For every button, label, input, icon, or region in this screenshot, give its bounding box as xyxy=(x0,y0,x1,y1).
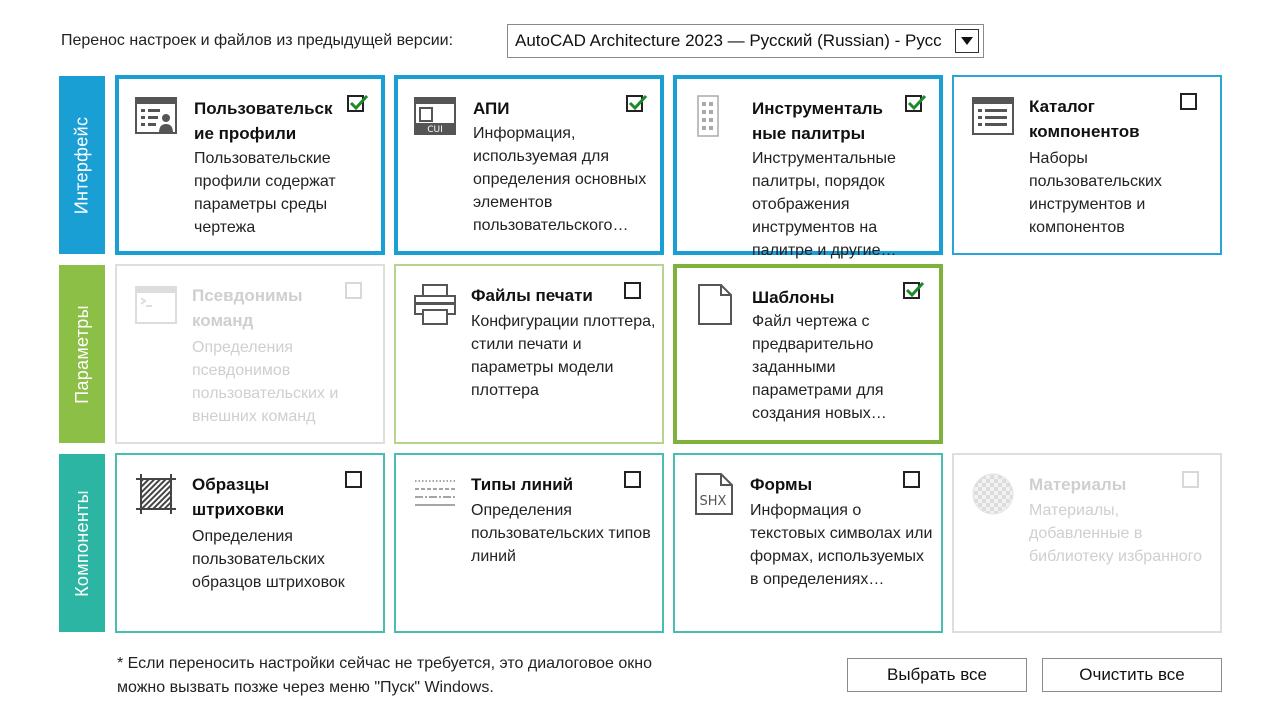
card-desc: Определения пользовательских типов линий xyxy=(471,502,651,565)
select-all-button[interactable]: Выбрать все xyxy=(847,658,1027,692)
card-linetypes[interactable]: Типы линий Определения пользовательских … xyxy=(394,453,664,633)
checkbox xyxy=(1182,471,1199,488)
printer-icon xyxy=(414,284,456,325)
checkbox[interactable] xyxy=(345,471,362,488)
card-title: Файлы печати xyxy=(471,286,593,305)
checkbox[interactable] xyxy=(1180,93,1197,110)
card-user-profiles[interactable]: Пользовательск ие профили Пользовательск… xyxy=(115,75,385,255)
card-title: Пользовательск ие профили xyxy=(194,99,333,143)
checkbox[interactable] xyxy=(624,282,641,299)
card-desc: Пользовательские профили содержат параме… xyxy=(194,150,336,236)
hatch-icon xyxy=(136,474,176,514)
card-desc: Наборы пользовательских инструментов и к… xyxy=(1029,150,1162,236)
card-title: Материалы xyxy=(1029,475,1127,494)
card-tool-palettes[interactable]: Инструменталь ные палитры Инструментальн… xyxy=(673,75,943,259)
card-desc: Информация о текстовых символах или форм… xyxy=(750,502,933,588)
checkbox xyxy=(345,282,362,299)
checkbox[interactable] xyxy=(347,94,369,112)
checkbox[interactable] xyxy=(903,471,920,488)
version-select[interactable]: AutoCAD Architecture 2023 — Русский (Rus… xyxy=(507,24,984,58)
group-label-components: Компоненты xyxy=(59,454,105,632)
shx-icon: SHX xyxy=(695,473,733,515)
command-alias-icon xyxy=(135,286,177,324)
chevron-down-icon[interactable] xyxy=(955,29,979,53)
card-title: Шаблоны xyxy=(752,288,835,307)
card-desc: Конфигурации плоттера, стили печати и па… xyxy=(471,313,656,399)
card-desc: Определения пользовательских образцов шт… xyxy=(192,528,345,591)
group-label-interface: Интерфейс xyxy=(59,76,105,254)
checkbox[interactable] xyxy=(903,281,925,299)
clear-all-button[interactable]: Очистить все xyxy=(1042,658,1222,692)
card-title: Каталог компонентов xyxy=(1029,97,1140,141)
cui-icon: CUI xyxy=(414,97,456,135)
card-title: Инструменталь ные палитры xyxy=(752,99,883,143)
card-materials: Материалы Материалы, добавленные в библи… xyxy=(952,453,1222,633)
card-title: АПИ xyxy=(473,99,510,118)
svg-text:CUI: CUI xyxy=(427,125,443,135)
materials-icon xyxy=(972,473,1014,515)
card-shapes[interactable]: SHX Формы Информация о текстовых символа… xyxy=(673,453,943,633)
card-title: Типы линий xyxy=(471,475,574,494)
card-desc: Инструментальные палитры, порядок отобра… xyxy=(752,150,897,259)
footer-note: * Если переносить настройки сейчас не тр… xyxy=(117,655,653,696)
card-command-aliases: Псевдонимы команд Определения псевдонимо… xyxy=(115,264,385,444)
tool-palette-icon xyxy=(697,95,719,137)
card-hatch-patterns[interactable]: Образцы штриховки Определения пользовате… xyxy=(115,453,385,633)
card-plot-files[interactable]: Файлы печати Конфигурации плоттера, стил… xyxy=(394,264,664,444)
card-title: Формы xyxy=(750,475,813,494)
card-desc: Файл чертежа с предварительно заданными … xyxy=(752,313,887,422)
checkbox[interactable] xyxy=(624,471,641,488)
card-desc: Материалы, добавленные в библиотеку избр… xyxy=(1029,502,1203,565)
card-desc: Информация, используемая для определения… xyxy=(473,125,647,234)
catalog-icon xyxy=(972,97,1014,135)
group-label-settings: Параметры xyxy=(59,265,105,443)
migration-header: Перенос настроек и файлов из предыдущей … xyxy=(61,24,467,58)
svg-text:SHX: SHX xyxy=(700,494,727,509)
card-title: Образцы штриховки xyxy=(192,475,285,519)
migration-label: Перенос настроек и файлов из предыдущей … xyxy=(61,32,454,49)
linetype-icon xyxy=(415,480,455,506)
checkbox[interactable] xyxy=(626,94,648,112)
card-title: Псевдонимы команд xyxy=(192,286,303,330)
card-desc: Определения псевдонимов пользовательских… xyxy=(192,339,339,425)
template-icon xyxy=(698,284,732,325)
card-content-catalog[interactable]: Каталог компонентов Наборы пользовательс… xyxy=(952,75,1222,255)
checkbox[interactable] xyxy=(905,94,927,112)
card-templates[interactable]: Шаблоны Файл чертежа с предварительно за… xyxy=(673,264,943,444)
card-cui[interactable]: CUI АПИ Информация, используемая для опр… xyxy=(394,75,664,255)
version-select-value: AutoCAD Architecture 2023 — Русский (Rus… xyxy=(515,31,942,50)
user-profile-icon xyxy=(135,97,177,134)
